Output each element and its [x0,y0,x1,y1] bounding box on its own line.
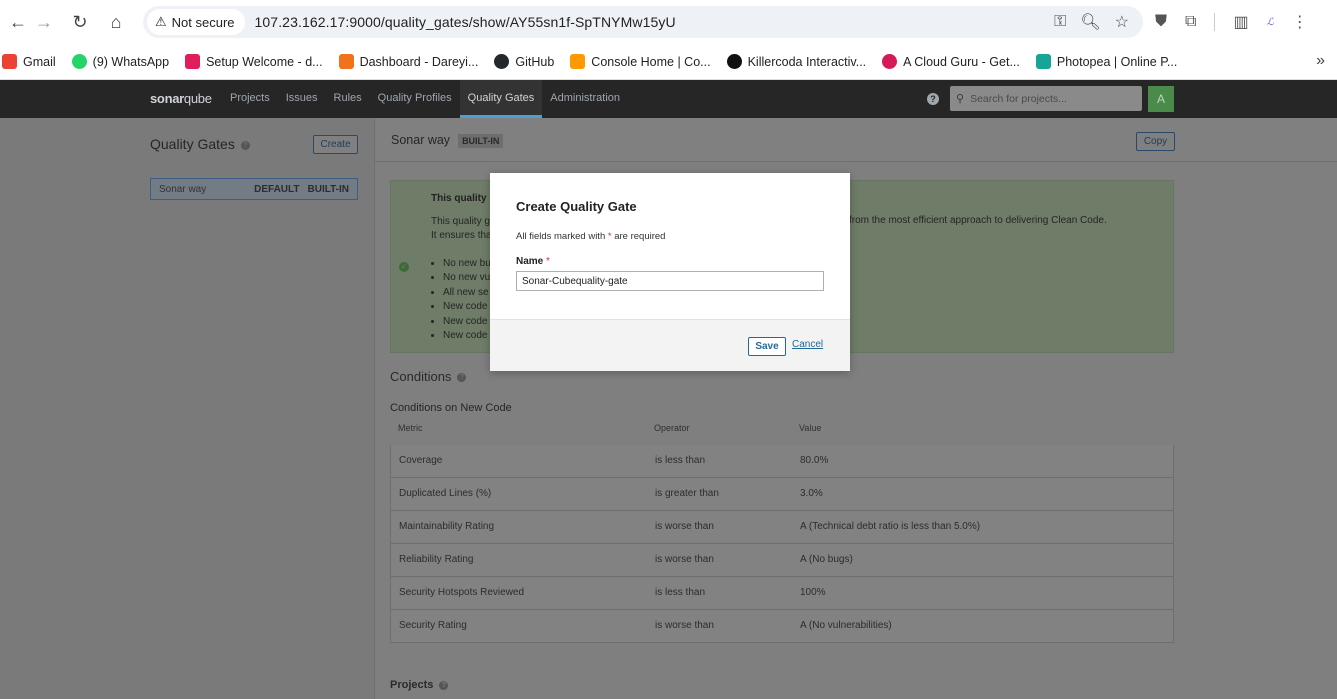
nav-projects[interactable]: Projects [222,80,278,118]
list-item: New code [443,315,491,329]
required-fields-note: All fields marked with * are required [516,231,666,242]
url-text[interactable]: 107.23.162.17:9000/quality_gates/show/AY… [255,14,676,30]
chevron-double-right-icon[interactable]: » [1316,52,1325,70]
address-bar[interactable]: ⚠ Not secure 107.23.162.17:9000/quality_… [143,6,1143,38]
list-item: No new vu [443,271,491,285]
nav-quality-gates[interactable]: Quality Gates [459,80,543,118]
info-text: This quality g It ensures tha [431,216,492,241]
table-header: Metric Operator Value [398,423,822,433]
bookmark-killercoda[interactable]: Killercoda Interactiv... [726,54,866,69]
extensions-puzzle-icon[interactable]: ⧉ [1185,13,1196,31]
conditions-subtitle: Conditions on New Code [390,402,512,414]
password-key-icon[interactable]: ⚿ [1054,13,1066,31]
bookmark-slack[interactable]: Setup Welcome - d... [185,54,323,69]
search-icon: ⚲ [956,93,965,105]
help-icon[interactable]: ? [240,140,250,150]
built-in-badge: BUILT-IN [458,134,504,148]
shield-extension-icon[interactable]: ⛊ [1155,13,1167,31]
cancel-link[interactable]: Cancel [792,339,823,350]
bookmark-darey[interactable]: Dashboard - Dareyi... [338,54,478,69]
table-row: Maintainability Rating is worse than A (… [390,511,1174,544]
copy-button[interactable]: Copy [1136,132,1175,151]
acloudguru-icon [882,54,898,69]
bookmark-acloudguru[interactable]: A Cloud Guru - Get... [882,54,1020,69]
conditions-table: Metric Operator Value Coverage is less t… [390,423,1174,643]
name-label: Name * [516,256,550,267]
list-item: New code [443,329,491,343]
project-search-input[interactable]: ⚲ Search for projects... [950,86,1142,111]
gate-title: Sonar way BUILT-IN [391,133,504,148]
sidebar-gate-sonar-way[interactable]: Sonar way DEFAULT BUILT-IN [150,178,358,200]
forward-arrow-icon[interactable]: → [26,4,62,40]
security-indicator[interactable]: ⚠ Not secure [147,9,245,35]
modal-footer: Save Cancel [490,319,850,371]
zoom-icon[interactable]: 🔍︎ [1080,12,1100,32]
gate-header: Sonar way BUILT-IN Copy [375,118,1337,162]
projects-title: Projects? [390,679,449,691]
bookmark-gmail[interactable]: Gmail [2,54,56,69]
gmail-icon [2,54,17,69]
save-button[interactable]: Save [748,337,786,356]
security-label: Not secure [171,14,235,30]
info-text-right: from the most efficient approach to deli… [849,215,1107,226]
info-title: This quality [431,193,487,204]
help-icon[interactable]: ? [457,373,467,383]
profile-extension-icon[interactable]: ℒ [1267,17,1274,28]
bookmark-whatsapp[interactable]: (9) WhatsApp [71,54,169,69]
browser-toolbar: ← → ↻ ⌂ ⚠ Not secure 107.23.162.17:9000/… [0,0,1337,44]
conditions-title: Conditions? [390,369,467,384]
info-list: No new bu No new vu All new se New code … [443,257,491,343]
bookmarks-bar: Gmail (9) WhatsApp Setup Welcome - d... … [0,44,1337,80]
list-item: All new se [443,286,491,300]
aws-icon [570,54,586,69]
gate-name-input[interactable] [516,271,824,291]
table-row: Security Hotspots Reviewed is less than … [390,577,1174,610]
reload-icon[interactable]: ↻ [62,4,98,40]
default-badge: DEFAULT [254,183,300,195]
sidebar-title: Quality Gates? [150,136,250,152]
home-icon[interactable]: ⌂ [98,4,134,40]
quality-gates-sidebar: Quality Gates? Create Sonar way DEFAULT … [0,118,375,699]
warning-icon: ⚠ [155,14,167,29]
table-row: Reliability Rating is worse than A (No b… [390,544,1174,577]
whatsapp-icon [71,54,87,69]
help-icon[interactable]: ? [927,93,939,105]
create-gate-button[interactable]: Create [313,135,358,154]
darey-icon [338,54,354,69]
bookmark-photopea[interactable]: Photopea | Online P... [1035,54,1177,69]
sonarqube-logo[interactable]: sonarqube [150,91,212,106]
menu-kebab-icon[interactable]: ⋮ [1292,12,1308,32]
github-icon [494,54,510,69]
side-panel-icon[interactable]: ▥ [1233,12,1248,32]
killercoda-icon [726,54,742,69]
table-row: Duplicated Lines (%) is greater than 3.0… [390,478,1174,511]
list-item: No new bu [443,257,491,271]
list-item: New code [443,300,491,314]
nav-quality-profiles[interactable]: Quality Profiles [370,80,460,118]
photopea-icon [1035,54,1051,69]
avatar[interactable]: A [1148,86,1174,112]
bookmark-aws[interactable]: Console Home | Co... [570,54,711,69]
create-quality-gate-modal: Create Quality Gate All fields marked wi… [490,173,850,371]
nav-issues[interactable]: Issues [278,80,326,118]
bookmark-star-icon[interactable]: ☆ [1115,12,1129,32]
toolbar-divider [1214,13,1216,31]
help-icon[interactable]: ? [439,680,449,690]
built-in-badge: BUILT-IN [307,183,349,195]
slack-icon [185,54,201,69]
table-row: Coverage is less than 80.0% [390,445,1174,478]
main-menu: Projects Issues Rules Quality Profiles Q… [222,80,628,118]
nav-administration[interactable]: Administration [542,80,628,118]
table-row: Security Rating is worse than A (No vuln… [390,610,1174,643]
bookmark-github[interactable]: GitHub [494,54,554,69]
nav-rules[interactable]: Rules [326,80,370,118]
check-circle-icon: ✓ [399,262,409,272]
modal-title: Create Quality Gate [516,199,637,214]
